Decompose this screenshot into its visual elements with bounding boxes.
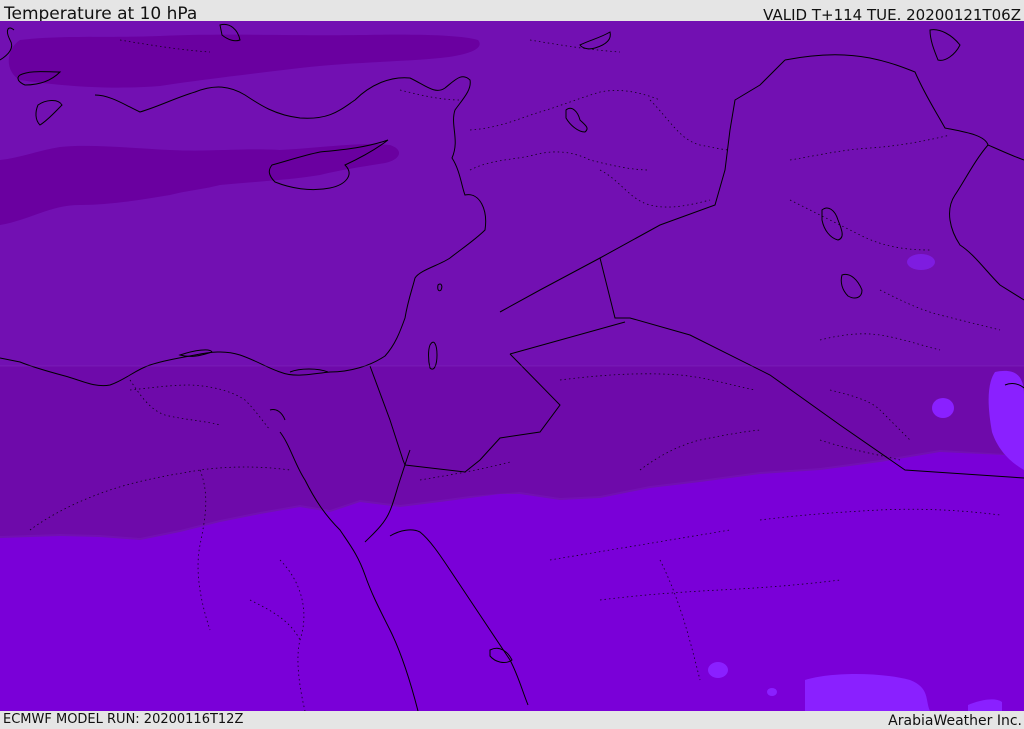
model-run-label: ECMWF MODEL RUN: 20200116T12Z [3, 712, 244, 727]
weather-map[interactable] [0, 21, 1024, 711]
field-warm-spot-2 [907, 254, 935, 270]
credit-label: ArabiaWeather Inc. [888, 713, 1022, 729]
field-warm-spot-3 [708, 662, 728, 678]
header-bar: Temperature at 10 hPa VALID T+114 TUE. 2… [0, 0, 1024, 24]
footer-bar: ECMWF MODEL RUN: 20200116T12Z ArabiaWeat… [0, 711, 1024, 729]
field-warm-spot-1 [932, 398, 954, 418]
field-warm-spot-4 [767, 688, 777, 696]
